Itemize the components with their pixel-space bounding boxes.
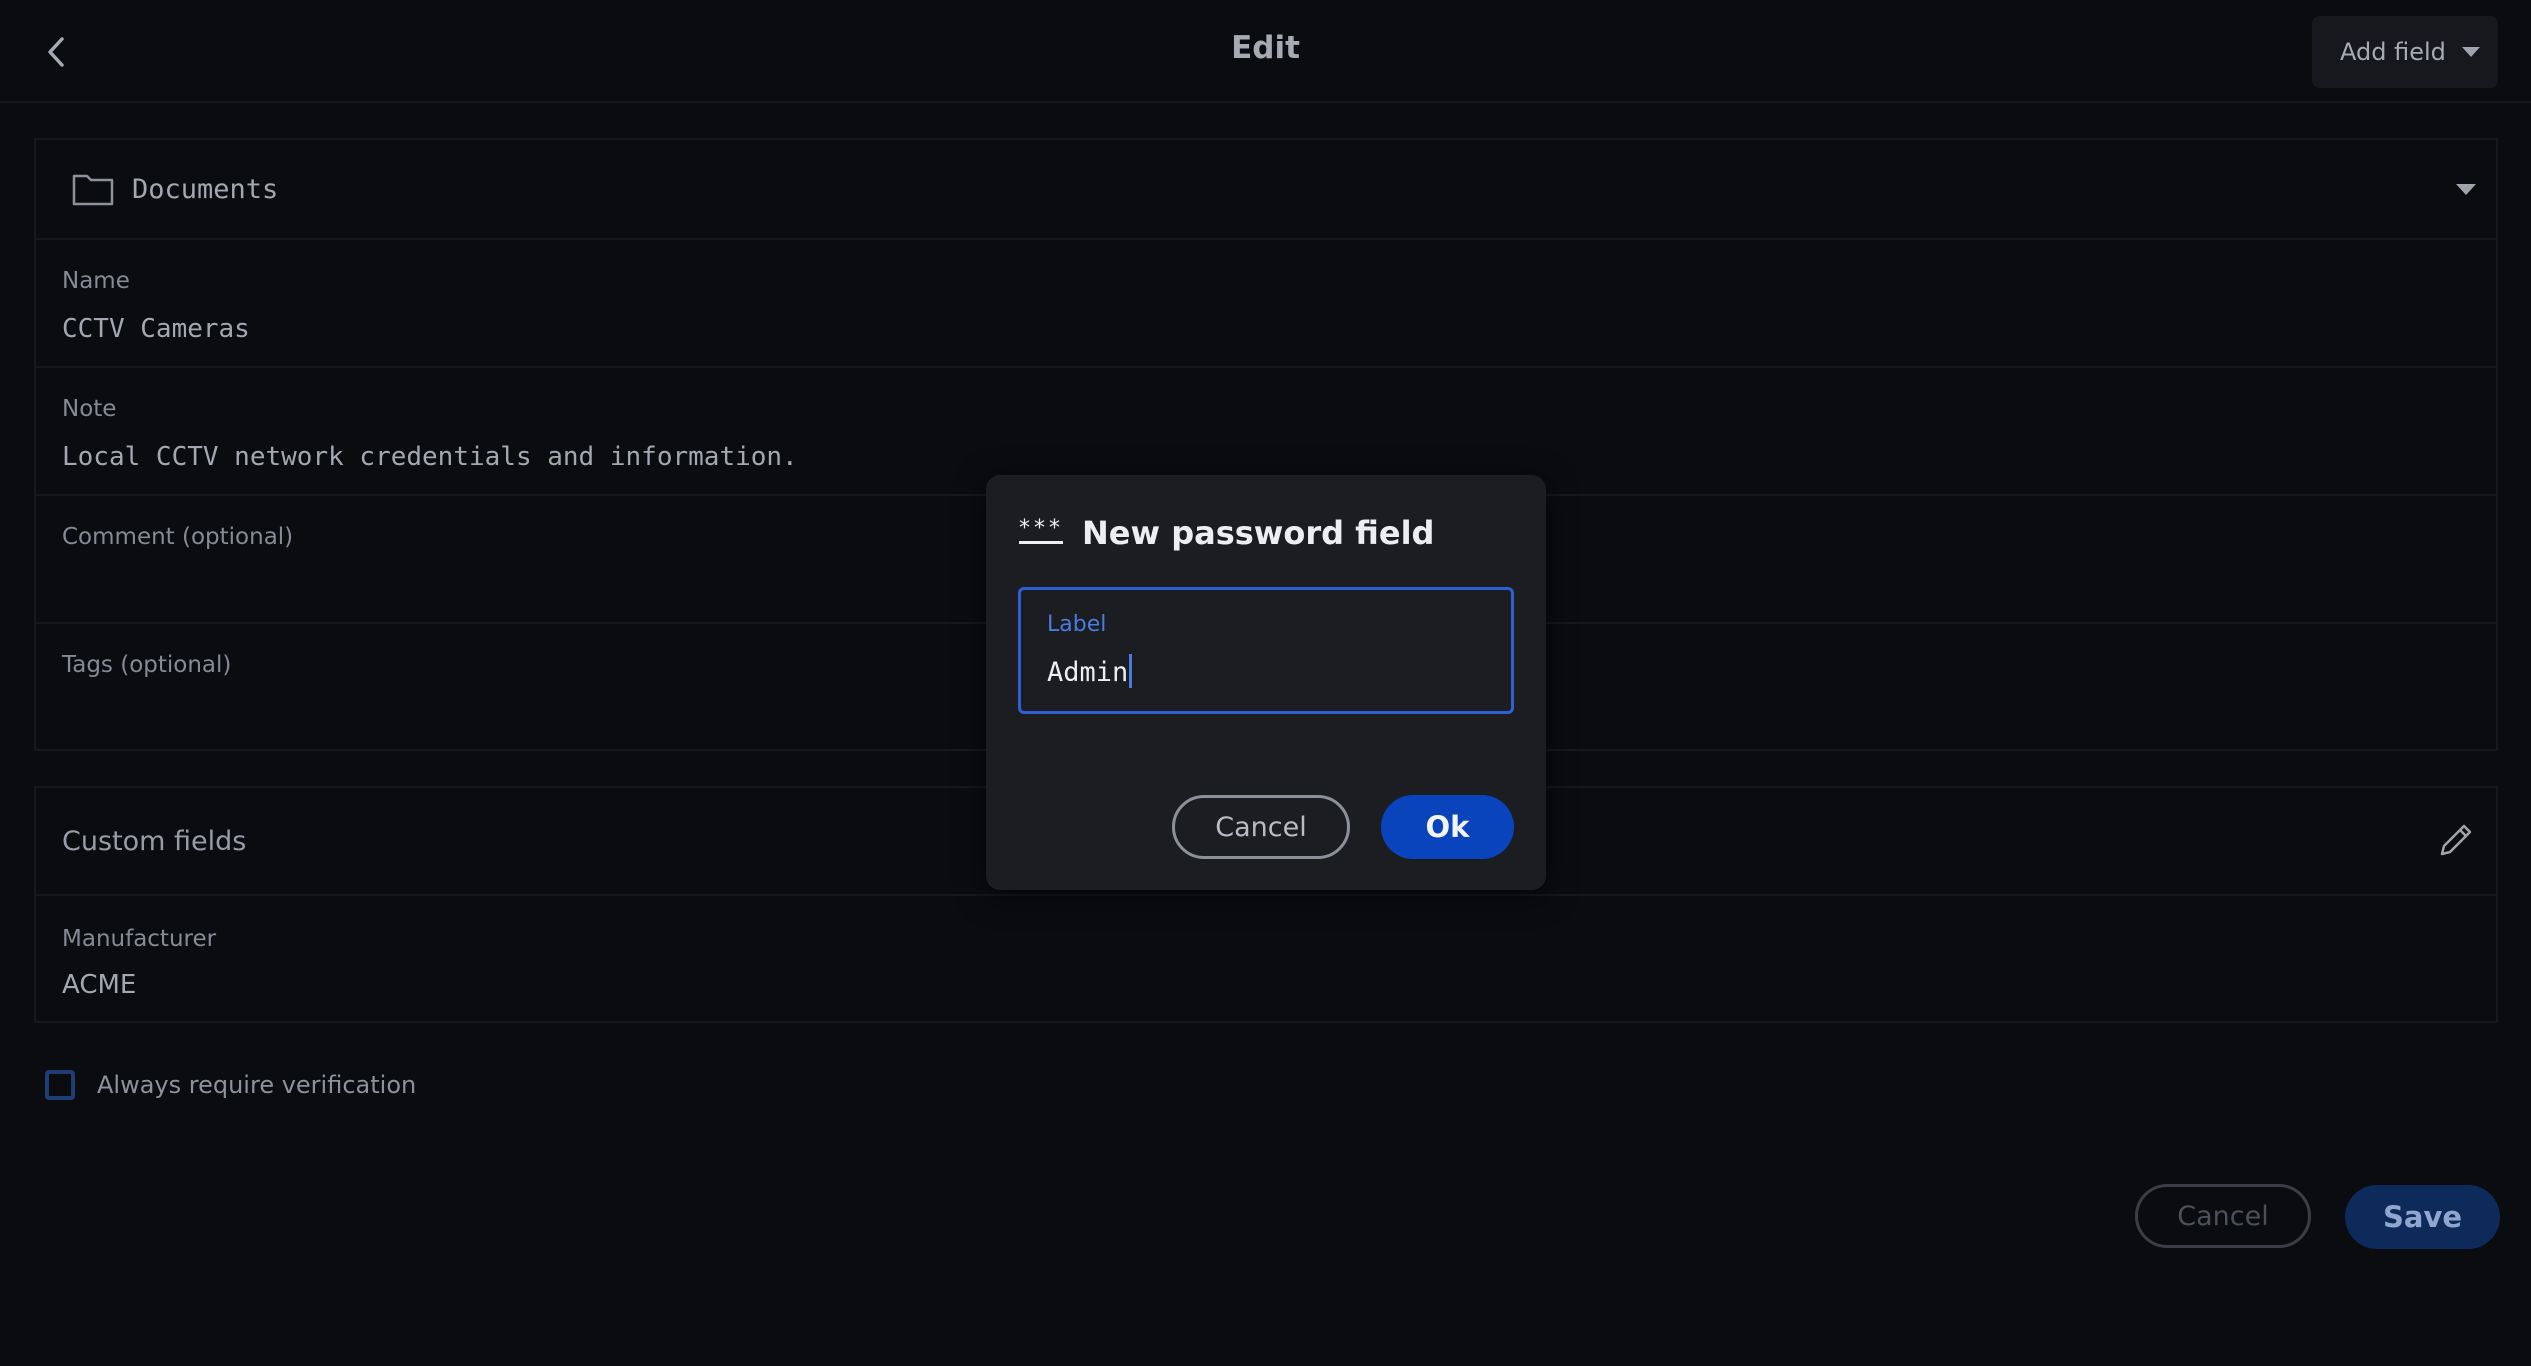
dialog-ok-button[interactable]: Ok — [1381, 795, 1514, 859]
dialog-title: New password field — [1082, 514, 1435, 552]
password-stars-icon: * * * — [1019, 517, 1063, 544]
text-cursor — [1129, 654, 1133, 688]
label-input-label: Label — [1047, 612, 1107, 637]
new-password-field-dialog: * * * New password field Label Admin Cance… — [986, 475, 1546, 890]
svg-text:*: * — [1034, 517, 1045, 541]
dialog-cancel-button[interactable]: Cancel — [1172, 795, 1350, 859]
label-input-value[interactable]: Admin — [1047, 654, 1133, 688]
label-input[interactable]: Label Admin — [1018, 587, 1514, 714]
svg-text:*: * — [1049, 517, 1060, 541]
svg-text:*: * — [1019, 517, 1030, 541]
